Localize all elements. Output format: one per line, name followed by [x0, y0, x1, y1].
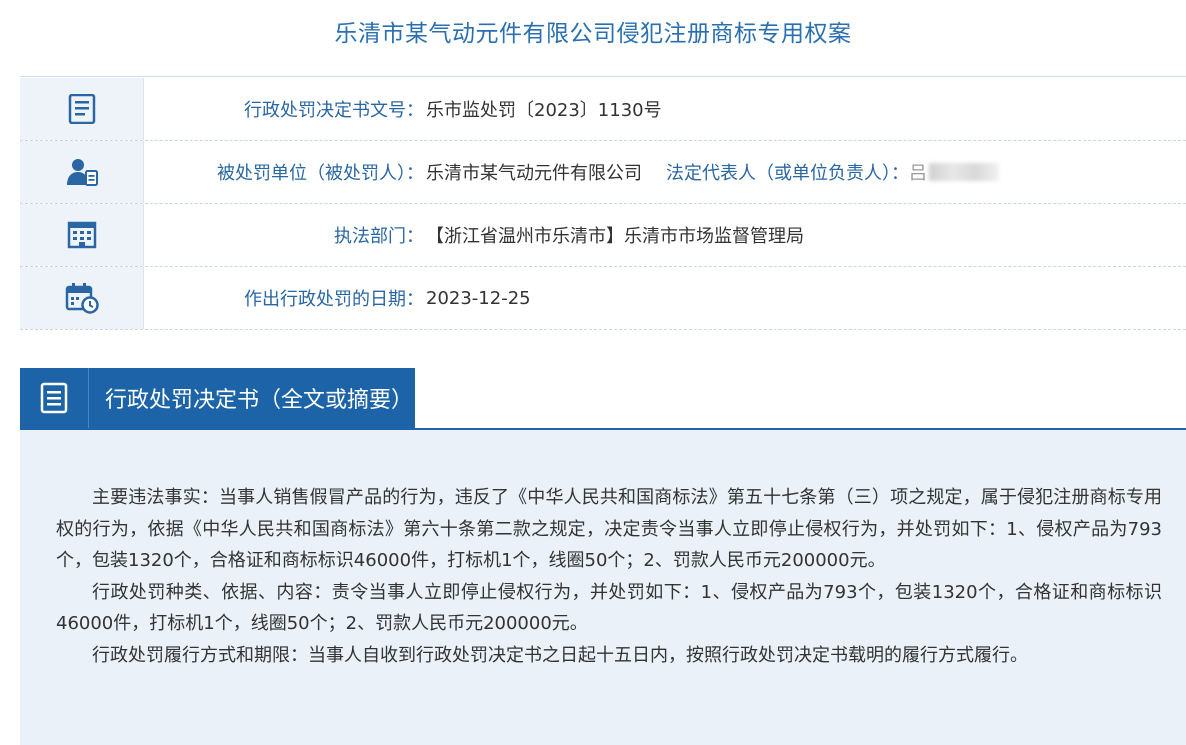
date-value: 2023-12-25	[426, 287, 531, 309]
paragraph-penalty: 行政处罚种类、依据、内容：责令当事人立即停止侵权行为，并处罚如下：1、侵权产品为…	[56, 581, 1162, 635]
info-row-party: 被处罚单位（被处罚人）： 乐清市某气动元件有限公司 法定代表人（或单位负责人）：…	[20, 141, 1186, 204]
user-id-icon	[20, 141, 144, 203]
department-value: 【浙江省温州市乐清市】乐清市市场监督管理局	[426, 226, 804, 247]
document-icon	[20, 368, 89, 428]
party-label: 被处罚单位（被处罚人）：	[217, 163, 424, 184]
paragraph-facts: 主要违法事实：当事人销售假冒产品的行为，违反了《中华人民共和国商标法》第五十七条…	[56, 487, 1162, 571]
redacted-name	[929, 163, 999, 181]
page-title: 乐清市某气动元件有限公司侵犯注册商标专用权案	[334, 21, 852, 47]
document-list-icon	[20, 78, 144, 140]
case-info-table: 行政处罚决定书文号： 乐市监处罚〔2023〕1130号 被处罚单位（被处罚人）：…	[20, 78, 1186, 330]
paragraph-fulfillment: 行政处罚履行方式和期限：当事人自收到行政处罚决定书之日起十五日内，按照行政处罚决…	[92, 644, 1028, 666]
doc-number-label: 行政处罚决定书文号：	[244, 100, 424, 121]
section-title: 行政处罚决定书（全文或摘要）	[105, 388, 414, 413]
decision-section-tab: 行政处罚决定书（全文或摘要）	[20, 368, 415, 428]
department-label: 执法部门：	[334, 226, 424, 247]
legal-rep-value: 吕	[909, 163, 927, 184]
building-icon	[20, 204, 144, 266]
info-row-date: 作出行政处罚的日期： 2023-12-25	[20, 267, 1186, 330]
title-divider	[20, 76, 1186, 77]
decision-content: 主要违法事实：当事人销售假冒产品的行为，违反了《中华人民共和国商标法》第五十七条…	[20, 430, 1186, 745]
party-value: 乐清市某气动元件有限公司	[426, 163, 642, 184]
legal-rep-label: 法定代表人（或单位负责人）：	[666, 163, 909, 184]
calendar-clock-icon	[20, 267, 144, 329]
info-row-department: 执法部门： 【浙江省温州市乐清市】乐清市市场监督管理局	[20, 204, 1186, 267]
doc-number-value: 乐市监处罚〔2023〕1130号	[426, 100, 662, 121]
info-row-doc-number: 行政处罚决定书文号： 乐市监处罚〔2023〕1130号	[20, 78, 1186, 141]
date-label: 作出行政处罚的日期：	[244, 289, 424, 310]
